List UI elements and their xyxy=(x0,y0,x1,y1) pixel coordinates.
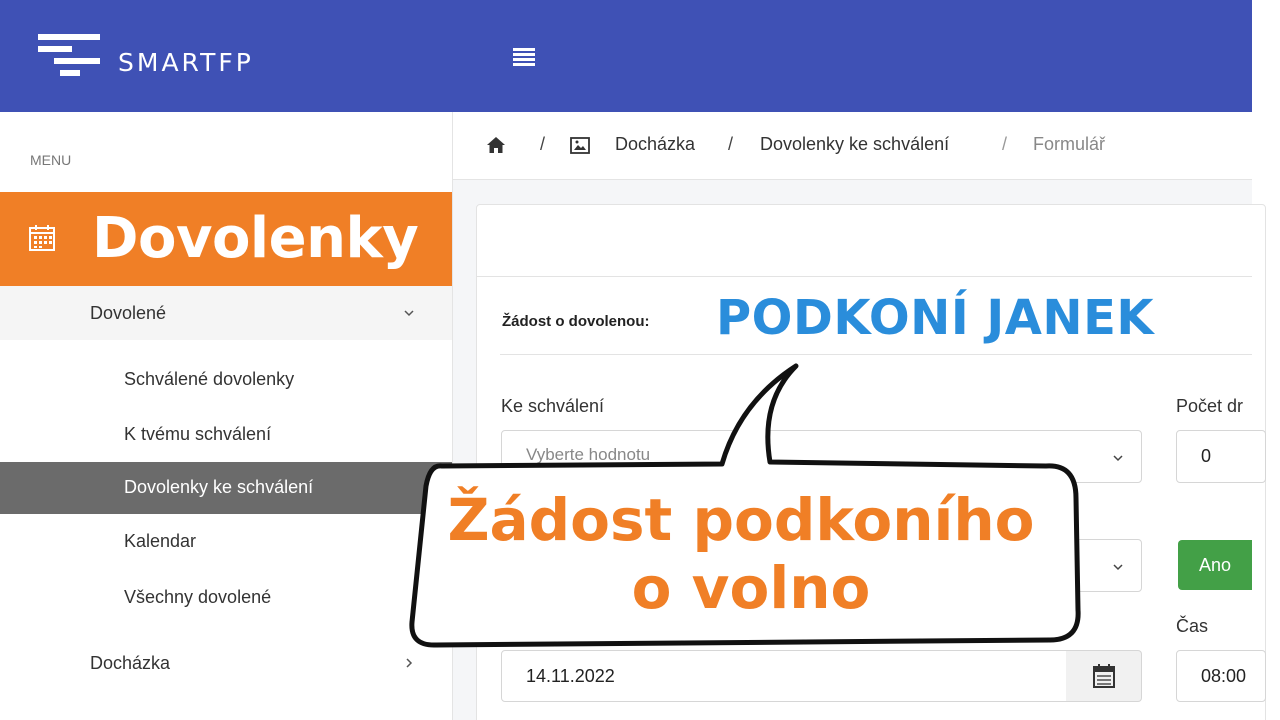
yes-button[interactable]: Ano xyxy=(1178,540,1252,590)
request-divider xyxy=(500,354,1252,355)
image-icon xyxy=(570,137,590,154)
chevron-down-icon xyxy=(1113,455,1123,462)
days-value: 0 xyxy=(1201,446,1212,466)
sidebar-section-header[interactable]: Dovolenky xyxy=(0,192,452,286)
sidebar-item-label: Dovolenky ke schválení xyxy=(124,477,314,497)
breadcrumb-divider xyxy=(453,179,1252,180)
sidebar-group-dovolene[interactable]: Dovolené xyxy=(0,286,452,340)
days-label: Počet dr xyxy=(1176,396,1244,416)
card-header-divider xyxy=(476,276,1252,277)
breadcrumb-separator: / xyxy=(1002,134,1008,154)
time-label: Čas xyxy=(1176,616,1209,636)
breadcrumb-current: Formulář xyxy=(1033,134,1106,154)
calendar-icon xyxy=(1093,664,1115,688)
top-bar: SMARTFP xyxy=(0,0,1252,112)
time-input[interactable]: 08:00 xyxy=(1176,650,1266,702)
days-input[interactable]: 0 xyxy=(1176,430,1266,483)
calendar-icon xyxy=(29,225,55,251)
date-value: 14.11.2022 xyxy=(526,666,615,686)
sidebar-item-label: Schválené dovolenky xyxy=(124,369,295,389)
callout-line1: Žádost podkoního xyxy=(447,486,1035,554)
sidebar-item-label: Všechny dovolené xyxy=(124,587,272,607)
sidebar-item-schvalene-dovolenky[interactable]: Schválené dovolenky xyxy=(0,354,452,406)
request-name: PODKONÍ JANEK xyxy=(716,290,1155,346)
hamburger-icon[interactable] xyxy=(510,44,540,68)
breadcrumb-item-dochazka[interactable]: Docházka xyxy=(615,134,695,155)
sidebar-item-vsechny-dovolene[interactable]: Všechny dovolené xyxy=(0,572,452,624)
breadcrumb-item-dovolenky[interactable]: Dovolenky ke schválení xyxy=(760,134,949,155)
chevron-down-icon xyxy=(1113,564,1123,571)
sidebar-item-kalendar[interactable]: Kalendar xyxy=(0,516,452,568)
callout-text: Žádost podkoního o volno xyxy=(402,486,1080,622)
section-title: Dovolenky xyxy=(92,206,419,271)
callout-line2: o volno xyxy=(631,554,871,622)
sidebar-item-label: Kalendar xyxy=(124,531,197,551)
menu-label: MENU xyxy=(30,152,72,168)
sidebar-item-k-tvemu-schvaleni[interactable]: K tvému schválení xyxy=(0,409,452,461)
app-logo[interactable]: SMARTFP xyxy=(38,32,318,82)
sidebar-item-dovolenky-ke-schvaleni[interactable]: Dovolenky ke schválení xyxy=(0,462,452,514)
sidebar-group-label: Dovolené xyxy=(90,303,167,323)
sidebar-item-dochazka[interactable]: Docházka xyxy=(0,638,452,690)
app-name: SMARTFP xyxy=(118,48,254,77)
home-icon[interactable] xyxy=(486,136,506,154)
sidebar-item-label: K tvému schválení xyxy=(124,424,272,444)
sidebar-item-label: Docházka xyxy=(90,653,171,673)
breadcrumb-separator: / xyxy=(540,134,546,154)
request-label: Žádost o dovolenou: xyxy=(502,313,650,330)
sidebar: MENU Dovolenky Dovolené Schválené dovole… xyxy=(0,112,452,720)
chevron-down-icon xyxy=(404,310,414,317)
breadcrumb-separator: / xyxy=(728,134,734,154)
time-value: 08:00 xyxy=(1201,666,1247,686)
